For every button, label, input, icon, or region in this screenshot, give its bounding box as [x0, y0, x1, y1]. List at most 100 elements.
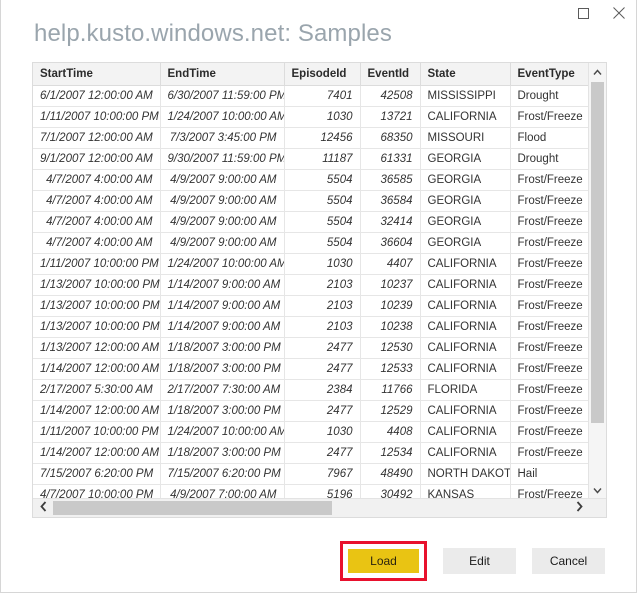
scroll-up-button[interactable] [589, 63, 606, 80]
vertical-scroll-thumb[interactable] [591, 82, 604, 423]
cell-eventtype: Frost/Freeze [510, 358, 588, 379]
table-row[interactable]: 1/14/2007 12:00:00 AM1/18/2007 3:00:00 P… [33, 358, 588, 379]
cell-starttime: 4/7/2007 10:00:00 PM [33, 484, 160, 498]
cell-eventid: 36584 [360, 190, 420, 211]
cell-eventtype: Frost/Freeze [510, 169, 588, 190]
column-header-starttime[interactable]: StartTime [33, 63, 160, 85]
cell-state: GEORGIA [420, 232, 510, 253]
cell-starttime: 4/7/2007 4:00:00 AM [33, 190, 160, 211]
cell-eventid: 4408 [360, 421, 420, 442]
scroll-right-button[interactable] [569, 499, 589, 517]
column-header-state[interactable]: State [420, 63, 510, 85]
table-row[interactable]: 1/14/2007 12:00:00 AM1/18/2007 3:00:00 P… [33, 442, 588, 463]
cell-endtime: 4/9/2007 9:00:00 AM [160, 211, 284, 232]
table-row[interactable]: 7/15/2007 6:20:00 PM7/15/2007 6:20:00 PM… [33, 463, 588, 484]
table-row[interactable]: 1/11/2007 10:00:00 PM1/24/2007 10:00:00 … [33, 421, 588, 442]
cell-state: GEORGIA [420, 169, 510, 190]
table-row[interactable]: 9/1/2007 12:00:00 AM9/30/2007 11:59:00 P… [33, 148, 588, 169]
cell-state: MISSOURI [420, 127, 510, 148]
table-row[interactable]: 1/11/2007 10:00:00 PM1/24/2007 10:00:00 … [33, 106, 588, 127]
table-row[interactable]: 1/14/2007 12:00:00 AM1/18/2007 3:00:00 P… [33, 400, 588, 421]
load-button[interactable]: Load [347, 548, 420, 574]
column-header-eventid[interactable]: EventId [360, 63, 420, 85]
table-row[interactable]: 1/13/2007 10:00:00 PM1/14/2007 9:00:00 A… [33, 295, 588, 316]
cell-starttime: 7/1/2007 12:00:00 AM [33, 127, 160, 148]
window-controls [566, 0, 636, 26]
cell-eventid: 12529 [360, 400, 420, 421]
cell-endtime: 9/30/2007 11:59:00 PM [160, 148, 284, 169]
table-row[interactable]: 7/1/2007 12:00:00 AM7/3/2007 3:45:00 PM1… [33, 127, 588, 148]
table-row[interactable]: 1/13/2007 10:00:00 PM1/14/2007 9:00:00 A… [33, 274, 588, 295]
cell-endtime: 1/14/2007 9:00:00 AM [160, 274, 284, 295]
cell-eventid: 12534 [360, 442, 420, 463]
cell-starttime: 1/11/2007 10:00:00 PM [33, 253, 160, 274]
cell-endtime: 1/24/2007 10:00:00 AM [160, 421, 284, 442]
table-row[interactable]: 4/7/2007 10:00:00 PM4/9/2007 7:00:00 AM5… [33, 484, 588, 498]
cell-eventtype: Frost/Freeze [510, 253, 588, 274]
cell-eventid: 12533 [360, 358, 420, 379]
cell-eventtype: Frost/Freeze [510, 400, 588, 421]
cell-eventtype: Frost/Freeze [510, 295, 588, 316]
table-body: 6/1/2007 12:00:00 AM6/30/2007 11:59:00 P… [33, 85, 588, 498]
table-row[interactable]: 4/7/2007 4:00:00 AM4/9/2007 9:00:00 AM55… [33, 232, 588, 253]
cell-starttime: 1/11/2007 10:00:00 PM [33, 421, 160, 442]
table-row[interactable]: 1/13/2007 10:00:00 PM1/14/2007 9:00:00 A… [33, 316, 588, 337]
cell-eventtype: Frost/Freeze [510, 484, 588, 498]
vertical-scroll-track[interactable] [589, 80, 606, 481]
cell-state: CALIFORNIA [420, 274, 510, 295]
cell-episodeid: 2384 [284, 379, 360, 400]
cell-eventid: 48490 [360, 463, 420, 484]
table-row[interactable]: 4/7/2007 4:00:00 AM4/9/2007 9:00:00 AM55… [33, 169, 588, 190]
cell-endtime: 4/9/2007 9:00:00 AM [160, 190, 284, 211]
column-header-eventtype[interactable]: EventType [510, 63, 588, 85]
cell-episodeid: 1030 [284, 253, 360, 274]
cell-starttime: 6/1/2007 12:00:00 AM [33, 85, 160, 106]
cell-eventtype: Frost/Freeze [510, 442, 588, 463]
cell-state: CALIFORNIA [420, 421, 510, 442]
scroll-down-button[interactable] [589, 481, 606, 498]
navigator-dialog: help.kusto.windows.net: Samples StartTim… [0, 0, 637, 593]
horizontal-scroll-track[interactable] [53, 499, 569, 517]
table-header-row: StartTime EndTime EpisodeId EventId Stat… [33, 63, 588, 85]
cell-endtime: 1/18/2007 3:00:00 PM [160, 358, 284, 379]
table-row[interactable]: 1/13/2007 12:00:00 AM1/18/2007 3:00:00 P… [33, 337, 588, 358]
cell-starttime: 1/13/2007 10:00:00 PM [33, 274, 160, 295]
table-row[interactable]: 2/17/2007 5:30:00 AM2/17/2007 7:30:00 AM… [33, 379, 588, 400]
cancel-button[interactable]: Cancel [532, 548, 605, 574]
cell-endtime: 1/24/2007 10:00:00 AM [160, 253, 284, 274]
cell-episodeid: 5504 [284, 169, 360, 190]
cell-starttime: 1/13/2007 10:00:00 PM [33, 316, 160, 337]
cell-state: NORTH DAKOTA [420, 463, 510, 484]
cell-state: FLORIDA [420, 379, 510, 400]
cell-endtime: 7/15/2007 6:20:00 PM [160, 463, 284, 484]
scroll-left-button[interactable] [33, 499, 53, 517]
horizontal-scroll-thumb[interactable] [53, 501, 332, 515]
chevron-up-icon [593, 63, 602, 81]
cell-eventtype: Frost/Freeze [510, 106, 588, 127]
table-row[interactable]: 6/1/2007 12:00:00 AM6/30/2007 11:59:00 P… [33, 85, 588, 106]
cell-eventid: 61331 [360, 148, 420, 169]
column-header-episodeid[interactable]: EpisodeId [284, 63, 360, 85]
cell-state: CALIFORNIA [420, 316, 510, 337]
cell-state: GEORGIA [420, 211, 510, 232]
cell-eventid: 11766 [360, 379, 420, 400]
cell-starttime: 1/14/2007 12:00:00 AM [33, 400, 160, 421]
vertical-scrollbar[interactable] [588, 63, 606, 498]
column-header-endtime[interactable]: EndTime [160, 63, 284, 85]
edit-button[interactable]: Edit [443, 548, 516, 574]
horizontal-scrollbar[interactable] [33, 498, 606, 517]
cell-endtime: 4/9/2007 9:00:00 AM [160, 232, 284, 253]
cell-endtime: 1/24/2007 10:00:00 AM [160, 106, 284, 127]
table-row[interactable]: 4/7/2007 4:00:00 AM4/9/2007 9:00:00 AM55… [33, 211, 588, 232]
chevron-right-icon [576, 499, 583, 517]
close-button[interactable] [601, 0, 636, 26]
cell-state: CALIFORNIA [420, 295, 510, 316]
maximize-button[interactable] [566, 0, 601, 26]
chevron-down-icon [593, 481, 602, 499]
data-grid: StartTime EndTime EpisodeId EventId Stat… [32, 62, 607, 518]
table-row[interactable]: 1/11/2007 10:00:00 PM1/24/2007 10:00:00 … [33, 253, 588, 274]
cell-endtime: 1/18/2007 3:00:00 PM [160, 442, 284, 463]
table-row[interactable]: 4/7/2007 4:00:00 AM4/9/2007 9:00:00 AM55… [33, 190, 588, 211]
cell-eventtype: Hail [510, 463, 588, 484]
cell-eventtype: Frost/Freeze [510, 421, 588, 442]
